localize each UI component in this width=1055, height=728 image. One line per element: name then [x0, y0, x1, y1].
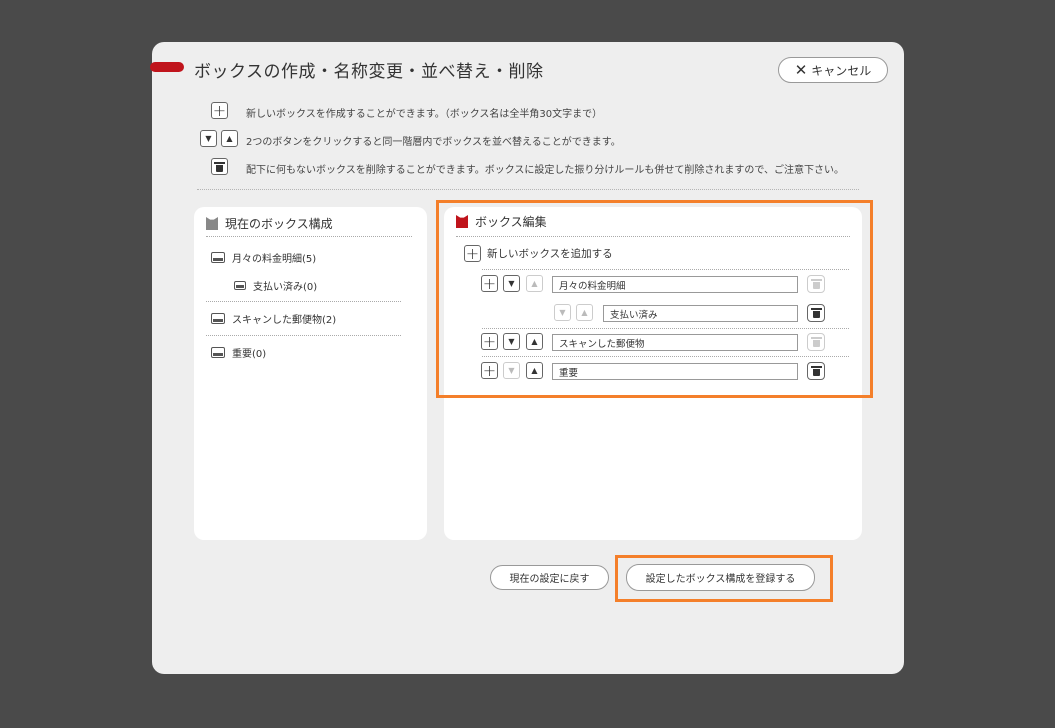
box-icon [206, 217, 218, 230]
current-structure-header: 現在のボックス構成 [206, 215, 333, 232]
inbox-tray-icon [211, 347, 225, 358]
plus-icon: + [211, 100, 228, 120]
cancel-label: キャンセル [811, 63, 872, 78]
tree-item-label: 重要(0) [232, 349, 267, 360]
help-text-reorder: 2つのボタンをクリックすると同一階層内でボックスを並べ替えることができます。 [246, 137, 621, 148]
cancel-button[interactable]: ✕ キャンセル [778, 57, 888, 83]
dialog-title: ボックスの作成・名称変更・並べ替え・削除 [194, 62, 544, 82]
title-accent-bar [150, 62, 184, 72]
inbox-tray-icon [211, 252, 225, 263]
trash-icon [211, 158, 228, 175]
tree-item-label: 月々の料金明細(5) [232, 254, 317, 265]
help-text-delete: 配下に何もないボックスを削除することができます。ボックスに設定した振り分けルール… [246, 165, 844, 176]
inbox-tray-icon [211, 313, 225, 324]
down-arrow-icon: ▼ [200, 130, 217, 147]
up-arrow-icon: ▲ [221, 130, 238, 147]
tree-item: 重要(0) [211, 345, 266, 360]
tree-item-label: 支払い済み(0) [253, 282, 318, 293]
current-structure-title: 現在のボックス構成 [225, 217, 333, 231]
tree-item: 月々の料金明細(5) [211, 250, 316, 265]
register-button[interactable]: 設定したボックス構成を登録する [626, 564, 815, 591]
tree-item: 支払い済み(0) [234, 278, 317, 293]
inbox-tray-icon [234, 281, 246, 290]
current-structure-panel: 現在のボックス構成 月々の料金明細(5) 支払い済み(0) スキャンした郵便物(… [194, 207, 427, 540]
close-icon: ✕ [794, 60, 808, 79]
reset-button[interactable]: 現在の設定に戻す [490, 565, 609, 590]
edit-highlight-frame [436, 200, 873, 398]
tree-item-label: スキャンした郵便物(2) [232, 315, 337, 326]
tree-item: スキャンした郵便物(2) [211, 311, 336, 326]
help-text-create: 新しいボックスを作成することができます。（ボックス名は全半角30文字まで） [246, 109, 603, 120]
box-management-dialog: ボックスの作成・名称変更・並べ替え・削除 ✕ キャンセル + 新しいボックスを作… [150, 42, 904, 674]
help-divider [197, 189, 859, 190]
